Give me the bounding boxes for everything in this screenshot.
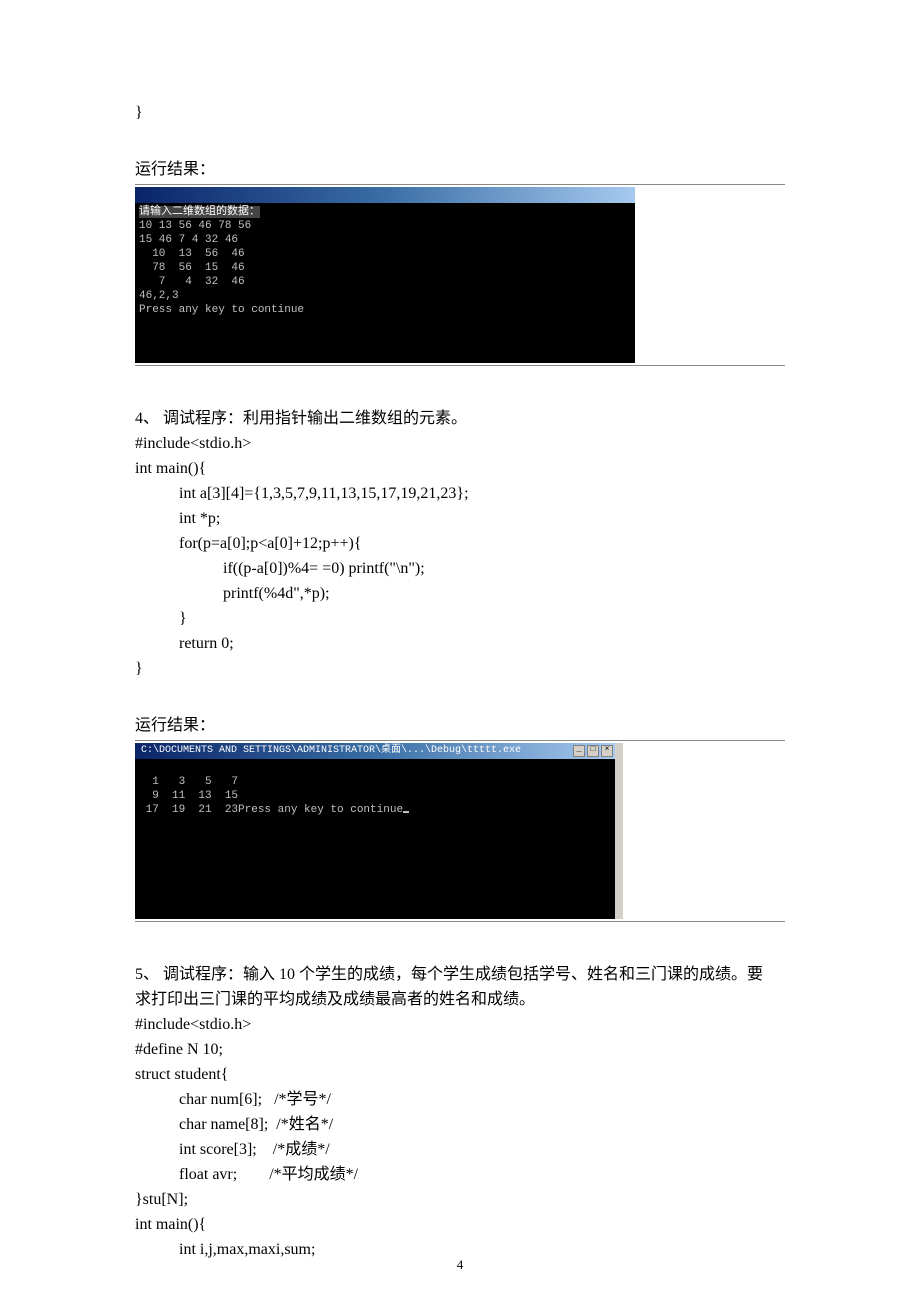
cursor-icon xyxy=(403,811,409,813)
result-label-2: 运行结果： xyxy=(135,713,785,738)
code-line: return 0; xyxy=(135,631,785,656)
console-titlepath: C:\DOCUMENTS AND SETTINGS\ADMINISTRATOR\… xyxy=(137,743,571,759)
code-line: for(p=a[0];p<a[0]+12;p++){ xyxy=(135,531,785,556)
console-output-1: 请输入二维数组的数据： 10 13 56 46 78 56 15 46 7 4 … xyxy=(135,187,635,363)
code-line: float avr; /*平均成绩*/ xyxy=(135,1162,785,1187)
code-line: char num[6]; /*学号*/ xyxy=(135,1087,785,1112)
close-icon: × xyxy=(601,745,613,757)
code-line: } xyxy=(135,656,785,681)
code-line: printf(%4d",*p); xyxy=(135,581,785,606)
console-line: 10 13 56 46 78 56 xyxy=(139,220,251,232)
code-line: int a[3][4]={1,3,5,7,9,11,13,15,17,19,21… xyxy=(135,481,785,506)
console-line: 7 4 32 46 xyxy=(139,276,245,288)
section5-title-a: 5、 调试程序：输入 10 个学生的成绩，每个学生成绩包括学号、姓名和三门课的成… xyxy=(135,962,785,987)
code-line: int score[3]; /*成绩*/ xyxy=(135,1137,785,1162)
code-line: int main(){ xyxy=(135,1212,785,1237)
divider xyxy=(135,365,785,366)
code-line: #include<stdio.h> xyxy=(135,431,785,456)
code-line: }stu[N]; xyxy=(135,1187,785,1212)
console-line: 1 3 5 7 xyxy=(139,776,238,788)
section4-title: 4、 调试程序：利用指针输出二维数组的元素。 xyxy=(135,406,785,431)
console-line: 46,2,3 xyxy=(139,290,179,302)
console-titlebar xyxy=(135,187,635,203)
console-titlebar: C:\DOCUMENTS AND SETTINGS\ADMINISTRATOR\… xyxy=(135,743,615,759)
maximize-icon: □ xyxy=(587,745,599,757)
console-body: 1 3 5 7 9 11 13 15 17 19 21 23Press any … xyxy=(135,759,615,919)
console-output-2: C:\DOCUMENTS AND SETTINGS\ADMINISTRATOR\… xyxy=(135,743,623,919)
console-line: 17 19 21 23Press any key to continue xyxy=(139,804,403,816)
console-line: 10 13 56 46 xyxy=(139,248,245,260)
console-line: 15 46 7 4 32 46 xyxy=(139,234,238,246)
divider xyxy=(135,921,785,922)
console-line: Press any key to continue xyxy=(139,304,304,316)
code-line: int *p; xyxy=(135,506,785,531)
code-line: #include<stdio.h> xyxy=(135,1012,785,1037)
result-label-1: 运行结果： xyxy=(135,157,785,182)
code-line: if((p-a[0])%4= =0) printf("\n"); xyxy=(135,556,785,581)
section5-title-b: 求打印出三门课的平均成绩及成绩最高者的姓名和成绩。 xyxy=(135,987,785,1012)
code-block-4: #include<stdio.h>int main(){int a[3][4]=… xyxy=(135,431,785,681)
code-line: #define N 10; xyxy=(135,1037,785,1062)
console-prompt-line: 请输入二维数组的数据： xyxy=(139,206,260,218)
console-line: 9 11 13 15 xyxy=(139,790,238,802)
minimize-icon: _ xyxy=(573,745,585,757)
code-line: struct student{ xyxy=(135,1062,785,1087)
console-body: 请输入二维数组的数据： 10 13 56 46 78 56 15 46 7 4 … xyxy=(135,203,635,363)
code-line: int main(){ xyxy=(135,456,785,481)
code-line: char name[8]; /*姓名*/ xyxy=(135,1112,785,1137)
page-number: 4 xyxy=(0,1255,920,1275)
code-line: } xyxy=(135,606,785,631)
document-page: } 运行结果： 请输入二维数组的数据： 10 13 56 46 78 56 15… xyxy=(0,0,920,1302)
console-line: 78 56 15 46 xyxy=(139,262,245,274)
code-block-5: #include<stdio.h>#define N 10;struct stu… xyxy=(135,1012,785,1262)
divider xyxy=(135,184,785,185)
code-line: } xyxy=(135,100,785,125)
divider xyxy=(135,740,785,741)
